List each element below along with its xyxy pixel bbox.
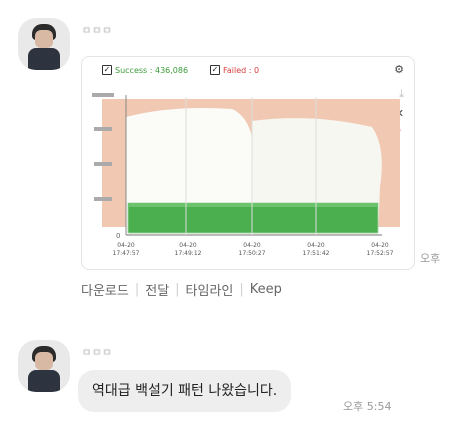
chart-image-card[interactable]: ✓ Success : 436,086 ✓ Failed : 0 ⚙ ⤓ ✕ ❓ [81,56,415,270]
x-tick-label: 04-20 17:49:12 [175,242,202,257]
y-tick [92,93,114,97]
x-tick-label: 04-20 17:52:57 [367,242,394,257]
y-tick [94,162,112,166]
y-tick [94,127,112,131]
action-forward[interactable]: 전달 [145,280,169,299]
action-download[interactable]: 다운로드 [81,280,129,299]
sender-name: ㅁㅁㅁ [82,26,113,37]
attachment-actions: 다운로드 | 전달 | 타임라인 | Keep [81,280,282,299]
message-time: 오후 [420,252,441,265]
action-timeline[interactable]: 타임라인 [186,280,234,299]
x-tick-label: 04-20 17:50:27 [239,242,266,257]
y-tick [94,197,112,201]
y-tick-label: 0 [116,232,120,240]
chart-svg: 0 04-20 17:47:57 04-20 17:49:12 04-20 17:50:2… [92,93,400,257]
sender-name: ㅁㅁㅁ [82,348,113,359]
series-success-area [128,203,378,233]
x-tick-label: 04-20 17:47:57 [113,242,140,257]
avatar[interactable] [18,340,70,392]
avatar[interactable] [18,18,70,70]
x-tick-label: 04-20 17:51:42 [303,242,330,257]
message-bubble[interactable]: 역대급 백설기 패턴 나왔습니다. [78,370,292,412]
message-time: 오후 5:54 [343,400,392,413]
action-keep[interactable]: Keep [250,282,282,297]
